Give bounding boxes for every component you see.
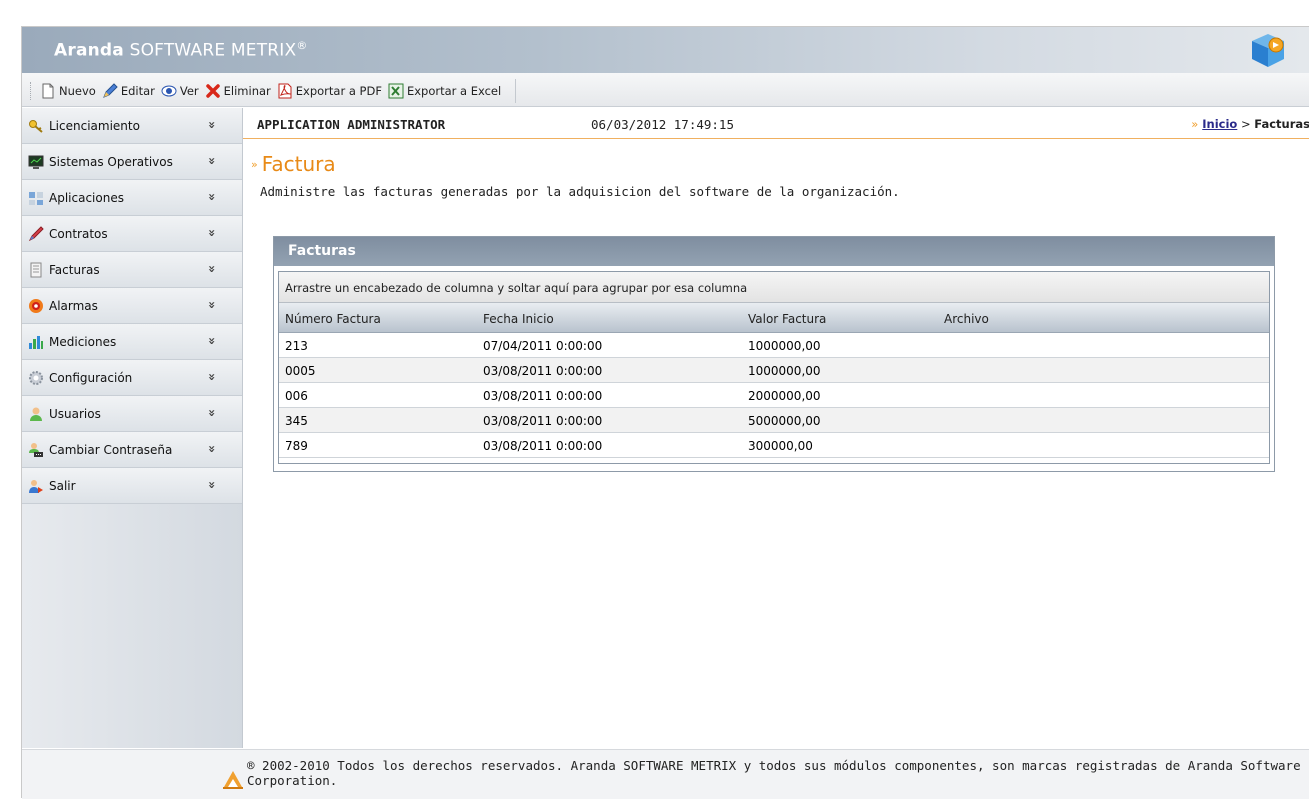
bar-chart-icon bbox=[29, 335, 43, 349]
product-cube-icon bbox=[1252, 34, 1284, 67]
sidebar-item-aplicaciones[interactable]: Aplicaciones » bbox=[22, 180, 242, 216]
delete-x-icon bbox=[205, 84, 220, 98]
invoices-panel: Facturas Arrastre un encabezado de colum… bbox=[273, 236, 1275, 472]
sidebar-item-configuracion[interactable]: Configuración » bbox=[22, 360, 242, 396]
sidebar-item-usuarios[interactable]: Usuarios » bbox=[22, 396, 242, 432]
excel-icon bbox=[388, 83, 404, 99]
chevron-down-icon: » bbox=[205, 409, 220, 417]
chevron-down-icon: » bbox=[205, 373, 220, 381]
info-bar: APPLICATION ADMINISTRATOR 06/03/2012 17:… bbox=[243, 108, 1309, 139]
pdf-icon bbox=[278, 83, 292, 99]
current-user: APPLICATION ADMINISTRATOR bbox=[257, 117, 446, 132]
sidebar-item-cambiar-contrasena[interactable]: Cambiar Contraseña » bbox=[22, 432, 242, 468]
breadcrumb: » Inicio > Facturas bbox=[1191, 117, 1309, 131]
title-arrow-icon: » bbox=[251, 158, 258, 171]
page-title: » Factura bbox=[251, 152, 336, 176]
brand-registered: ® bbox=[296, 39, 308, 52]
chevron-down-icon: » bbox=[205, 337, 220, 345]
breadcrumb-separator: > bbox=[1240, 117, 1251, 131]
column-header-valor-factura[interactable]: Valor Factura bbox=[748, 312, 826, 326]
table-row[interactable]: 213 07/04/2011 0:00:00 1000000,00 bbox=[279, 333, 1269, 358]
gear-icon bbox=[29, 370, 43, 385]
chevron-down-icon: » bbox=[205, 157, 220, 165]
table-row[interactable]: 345 03/08/2011 0:00:00 5000000,00 bbox=[279, 408, 1269, 433]
app-header: Aranda SOFTWARE METRIX® bbox=[22, 27, 1309, 73]
sidebar-item-mediciones[interactable]: Mediciones » bbox=[22, 324, 242, 360]
table-row[interactable]: 006 03/08/2011 0:00:00 2000000,00 bbox=[279, 383, 1269, 408]
delete-button[interactable]: Eliminar bbox=[205, 83, 271, 99]
aranda-logo-icon bbox=[223, 771, 243, 789]
pencil-icon bbox=[102, 83, 118, 98]
applications-icon bbox=[29, 191, 43, 205]
export-pdf-button[interactable]: Exportar a PDF bbox=[277, 83, 382, 99]
copyright-text: ® 2002-2010 Todos los derechos reservado… bbox=[247, 758, 1301, 788]
brand-name-bold: Aranda bbox=[54, 40, 124, 61]
alarm-icon bbox=[29, 298, 43, 313]
table-row[interactable]: 0005 03/08/2011 0:00:00 1000000,00 bbox=[279, 358, 1269, 383]
eye-icon bbox=[161, 85, 177, 97]
column-header-fecha-inicio[interactable]: Fecha Inicio bbox=[483, 312, 554, 326]
brand-logo: Aranda SOFTWARE METRIX® bbox=[54, 39, 308, 61]
exit-user-icon bbox=[29, 479, 43, 493]
chevron-down-icon: » bbox=[205, 193, 220, 201]
group-by-drop-area[interactable]: Arrastre un encabezado de columna y solt… bbox=[279, 272, 1269, 303]
export-excel-button[interactable]: Exportar a Excel bbox=[388, 83, 501, 99]
edit-button[interactable]: Editar bbox=[102, 83, 155, 99]
sidebar-item-alarmas[interactable]: Alarmas » bbox=[22, 288, 242, 324]
app-frame: Aranda SOFTWARE METRIX® Nuevo Editar Ver… bbox=[21, 26, 1309, 799]
breadcrumb-current: Facturas bbox=[1254, 117, 1309, 131]
breadcrumb-arrow-icon: » bbox=[1191, 117, 1199, 131]
chevron-down-icon: » bbox=[205, 265, 220, 273]
chevron-down-icon: » bbox=[205, 301, 220, 309]
new-document-icon bbox=[42, 83, 54, 99]
invoices-grid: Arrastre un encabezado de columna y solt… bbox=[278, 271, 1270, 464]
page-description: Administre las facturas generadas por la… bbox=[260, 184, 900, 199]
new-button[interactable]: Nuevo bbox=[40, 83, 96, 99]
sidebar-item-licenciamiento[interactable]: Licenciamiento » bbox=[22, 108, 242, 144]
sidebar-item-facturas[interactable]: Facturas » bbox=[22, 252, 242, 288]
toolbar: Nuevo Editar Ver Eliminar Exportar a PDF… bbox=[22, 73, 1309, 107]
sidebar-item-salir[interactable]: Salir » bbox=[22, 468, 242, 504]
view-button[interactable]: Ver bbox=[161, 83, 199, 99]
sidebar-item-contratos[interactable]: Contratos » bbox=[22, 216, 242, 252]
document-icon bbox=[30, 262, 42, 277]
toolbar-grip[interactable] bbox=[30, 82, 34, 100]
table-row[interactable]: 789 03/08/2011 0:00:00 300000,00 bbox=[279, 433, 1269, 458]
chevron-down-icon: » bbox=[205, 445, 220, 453]
toolbar-group: Nuevo Editar Ver Eliminar Exportar a PDF… bbox=[30, 79, 517, 103]
column-header-archivo[interactable]: Archivo bbox=[944, 312, 989, 326]
chevron-down-icon: » bbox=[205, 481, 220, 489]
footer: ® 2002-2010 Todos los derechos reservado… bbox=[22, 749, 1309, 799]
chevron-down-icon: » bbox=[205, 121, 220, 129]
breadcrumb-home-link[interactable]: Inicio bbox=[1202, 117, 1237, 131]
monitor-icon bbox=[28, 155, 44, 169]
chevron-down-icon: » bbox=[205, 229, 220, 237]
panel-title: Facturas bbox=[274, 237, 1274, 266]
main-content: APPLICATION ADMINISTRATOR 06/03/2012 17:… bbox=[243, 108, 1309, 748]
grid-header: Número Factura Fecha Inicio Valor Factur… bbox=[279, 303, 1269, 333]
sidebar: Licenciamiento » Sistemas Operativos » A… bbox=[22, 108, 243, 748]
current-datetime: 06/03/2012 17:49:15 bbox=[591, 117, 734, 132]
column-header-numero-factura[interactable]: Número Factura bbox=[285, 312, 381, 326]
user-icon bbox=[30, 407, 42, 421]
key-icon bbox=[29, 119, 43, 133]
user-password-icon bbox=[29, 442, 43, 457]
sidebar-item-sistemas-operativos[interactable]: Sistemas Operativos » bbox=[22, 144, 242, 180]
brand-name-light: SOFTWARE METRIX bbox=[129, 40, 297, 61]
pen-icon bbox=[28, 225, 44, 241]
